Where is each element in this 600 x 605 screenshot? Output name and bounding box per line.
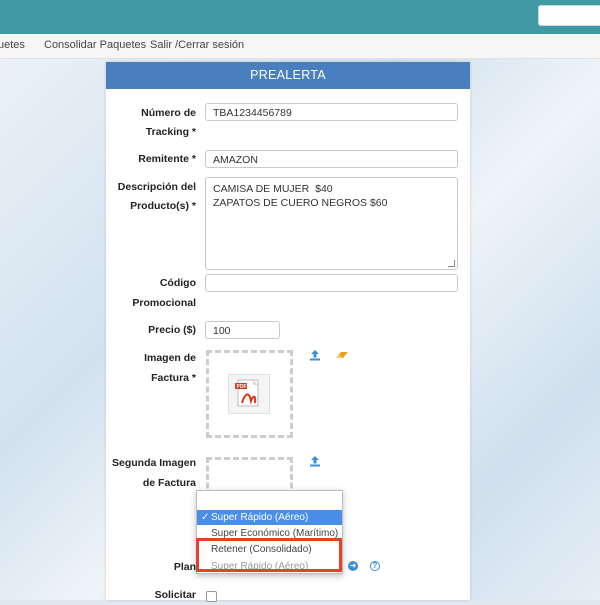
- codigo-input[interactable]: [205, 274, 458, 292]
- svg-text:PDF: PDF: [237, 384, 247, 390]
- descripcion-line-2: ZAPATOS DE CUERO NEGROS $60: [213, 197, 388, 209]
- nav-bar: uetes Consolidar Paquetes Salir /Cerrar …: [0, 34, 600, 59]
- descripcion-label-line2: Producto(s) *: [130, 200, 196, 212]
- descripcion-line-1: CAMISA DE MUJER $40: [213, 183, 333, 195]
- panel-title: PREALERTA: [106, 62, 470, 89]
- imagen-label-line2: Factura *: [151, 372, 196, 384]
- tracking-label-line2: Tracking *: [145, 126, 196, 138]
- nav-item-paquetes[interactable]: uetes: [0, 39, 25, 51]
- remitente-input[interactable]: AMAZON: [205, 150, 458, 168]
- dropdown-option-label: Super Rápido (Aéreo): [211, 512, 309, 523]
- help-circle-icon[interactable]: ?: [370, 561, 380, 571]
- top-search-input[interactable]: [538, 5, 600, 26]
- solicitar-label: Solicitar: [154, 589, 196, 601]
- solicitar-checkbox[interactable]: [206, 591, 217, 602]
- imagen-label-line1: Imagen de: [144, 352, 196, 364]
- textarea-resize-handle[interactable]: [448, 260, 455, 267]
- upload-icon[interactable]: [309, 455, 321, 470]
- eraser-icon[interactable]: [335, 350, 349, 363]
- check-icon: ✓: [201, 512, 210, 523]
- dropdown-option-super-rapido[interactable]: ✓ Super Rápido (Aéreo): [197, 510, 342, 525]
- arrow-right-circle-icon[interactable]: ➜: [348, 561, 358, 571]
- nav-item-logout[interactable]: Salir /Cerrar sesión: [150, 39, 244, 51]
- top-bar: [0, 0, 600, 34]
- highlight-box: [196, 538, 342, 572]
- segunda-label-line1: Segunda Imagen: [111, 457, 196, 469]
- remitente-label: Remitente *: [138, 153, 196, 165]
- dropdown-option-blank[interactable]: [197, 494, 342, 509]
- upload-icon[interactable]: [309, 349, 321, 364]
- codigo-label-line2: Promocional: [132, 297, 196, 309]
- pdf-file-icon: PDF: [228, 374, 270, 414]
- precio-label: Precio ($): [148, 324, 196, 336]
- codigo-label-line1: Código: [159, 277, 196, 289]
- nav-item-consolidar-paquetes[interactable]: Consolidar Paquetes: [44, 39, 146, 51]
- precio-input[interactable]: 100: [205, 321, 280, 339]
- descripcion-label-line1: Descripción del: [117, 181, 196, 193]
- tracking-label-line1: Número de: [141, 107, 196, 119]
- tracking-input[interactable]: TBA1234456789: [205, 103, 458, 121]
- segunda-label-line2: de Factura: [142, 477, 196, 489]
- descripcion-textarea[interactable]: CAMISA DE MUJER $40 ZAPATOS DE CUERO NEG…: [205, 177, 458, 270]
- plan-label: Plan: [173, 561, 196, 573]
